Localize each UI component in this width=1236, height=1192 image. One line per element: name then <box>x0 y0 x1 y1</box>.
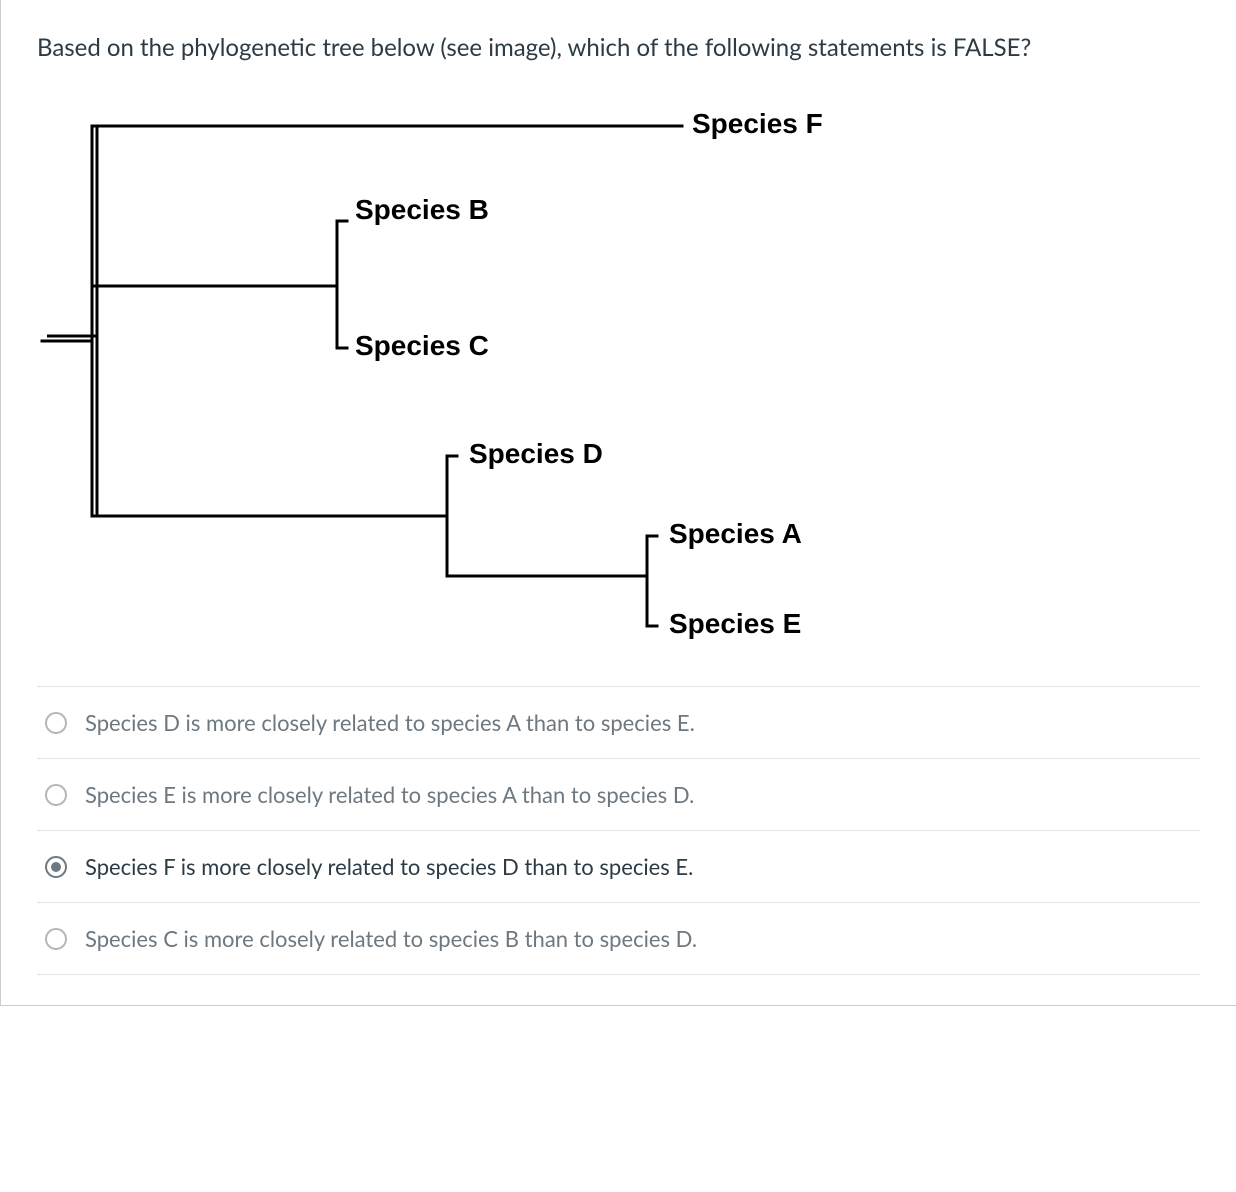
answer-list: Species D is more closely related to spe… <box>37 686 1200 975</box>
species-label-d: Species D <box>469 438 603 470</box>
answer-label: Species C is more closely related to spe… <box>85 925 1192 952</box>
tree-lines <box>37 86 937 656</box>
species-label-a: Species A <box>669 518 802 550</box>
answer-label: Species D is more closely related to spe… <box>85 709 1192 736</box>
species-label-e: Species E <box>669 608 801 640</box>
species-label-f: Species F <box>692 108 823 140</box>
question-text: Based on the phylogenetic tree below (se… <box>37 30 1200 66</box>
answer-label: Species F is more closely related to spe… <box>85 853 1192 880</box>
answer-label: Species E is more closely related to spe… <box>85 781 1192 808</box>
radio-icon[interactable] <box>45 712 67 734</box>
answer-option[interactable]: Species D is more closely related to spe… <box>37 686 1200 758</box>
species-label-b: Species B <box>355 194 489 226</box>
radio-icon[interactable] <box>45 784 67 806</box>
phylogenetic-tree-figure: Species F Species B Species C Species D … <box>37 86 937 656</box>
radio-icon[interactable] <box>45 856 67 878</box>
answer-option[interactable]: Species C is more closely related to spe… <box>37 902 1200 975</box>
answer-option[interactable]: Species F is more closely related to spe… <box>37 830 1200 902</box>
answer-option[interactable]: Species E is more closely related to spe… <box>37 758 1200 830</box>
species-label-c: Species C <box>355 330 489 362</box>
question-card: Based on the phylogenetic tree below (se… <box>0 0 1236 1006</box>
radio-icon[interactable] <box>45 928 67 950</box>
